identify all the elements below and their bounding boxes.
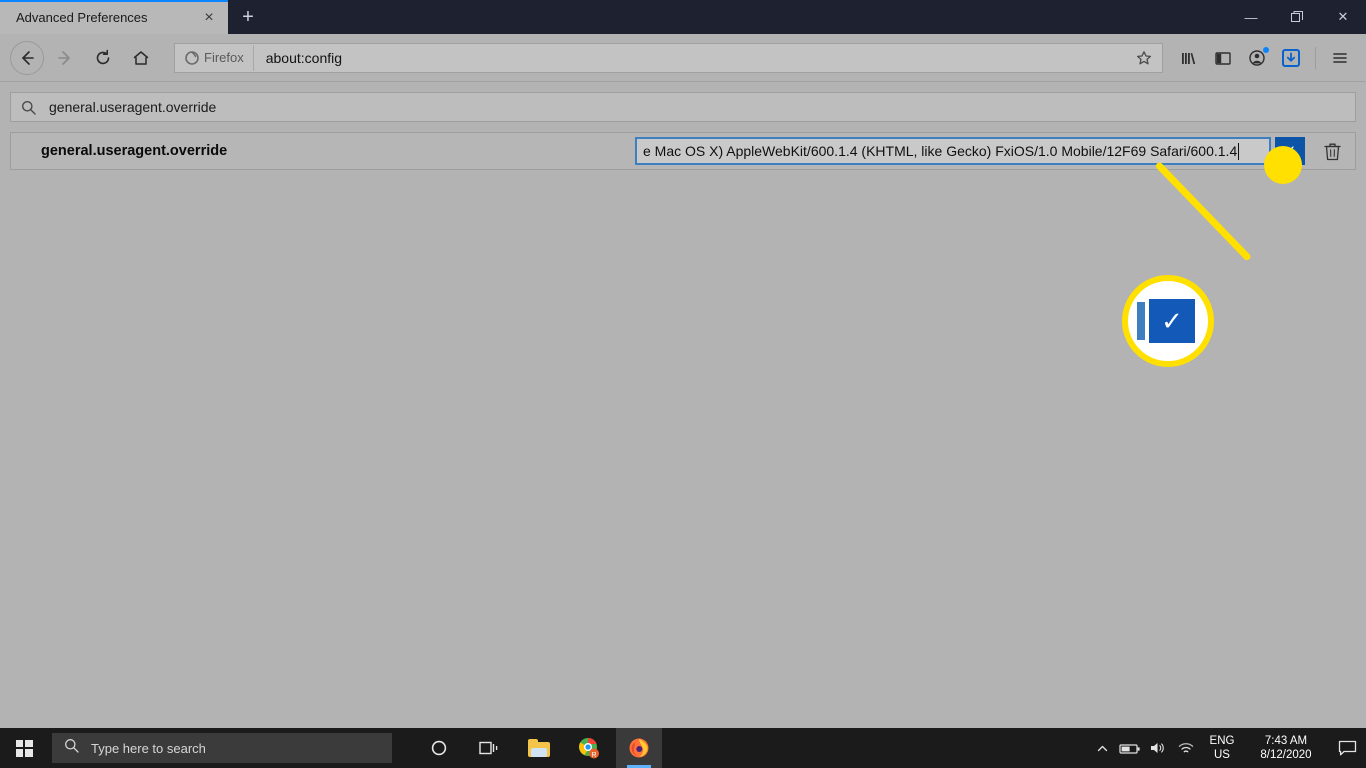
callout-magnified-content: ✓ <box>1135 298 1201 344</box>
task-view-icon[interactable] <box>466 728 512 768</box>
restore-icon <box>1291 11 1303 22</box>
clock-date: 8/12/2020 <box>1260 749 1312 761</box>
windows-start-icon <box>15 739 33 757</box>
maximize-restore-button[interactable] <box>1274 0 1320 34</box>
taskbar-search-placeholder: Type here to search <box>91 740 206 756</box>
minimize-button[interactable]: — <box>1228 0 1274 34</box>
cortana-icon[interactable] <box>416 728 462 768</box>
bookmark-star-icon[interactable] <box>1130 45 1158 71</box>
delete-preference-button[interactable] <box>1315 137 1349 165</box>
preference-value-text: e Mac OS X) AppleWebKit/600.1.4 (KHTML, … <box>643 143 1238 159</box>
forward-arrow-icon <box>58 50 70 65</box>
preference-value-input[interactable]: e Mac OS X) AppleWebKit/600.1.4 (KHTML, … <box>635 137 1271 165</box>
url-text[interactable]: about:config <box>254 50 1130 66</box>
close-tab-icon[interactable]: × <box>198 7 220 29</box>
search-input[interactable]: general.useragent.override <box>41 99 1345 115</box>
sidebar-icon[interactable] <box>1207 42 1239 74</box>
file-explorer-icon[interactable] <box>516 728 562 768</box>
callout-magnifier: ✓ <box>1122 275 1214 367</box>
back-arrow-icon <box>22 50 34 65</box>
trash-icon <box>1323 143 1341 160</box>
callout-anchor-dot <box>1264 146 1302 184</box>
library-icon[interactable] <box>1173 42 1205 74</box>
save-to-pocket-icon[interactable] <box>1275 42 1307 74</box>
language-line-1: ENG <box>1209 735 1235 747</box>
address-bar[interactable]: Firefox about:config <box>174 42 1163 73</box>
language-indicator[interactable]: ENG US <box>1200 728 1244 768</box>
preference-search-bar[interactable]: general.useragent.override <box>10 92 1356 122</box>
taskbar-pinned-apps: R <box>416 728 662 768</box>
reload-icon <box>96 49 110 64</box>
forward-button[interactable] <box>48 41 82 75</box>
action-center-icon[interactable] <box>1328 728 1366 768</box>
screen: Advanced Preferences × + — ✕ Firefox abo… <box>0 0 1366 768</box>
back-button[interactable] <box>10 40 44 75</box>
toolbar-icons <box>1173 42 1356 74</box>
about-config-page: general.useragent.override general.usera… <box>0 82 1366 728</box>
identity-label: Firefox <box>204 50 244 65</box>
browser-tab-advanced-preferences[interactable]: Advanced Preferences × <box>0 0 228 34</box>
battery-icon[interactable] <box>1116 728 1144 768</box>
taskbar-search-icon <box>64 738 79 758</box>
windows-taskbar: Type here to search R ENG US 7:43 AM 8/1… <box>0 728 1366 768</box>
clock-time: 7:43 AM <box>1264 735 1308 747</box>
search-icon <box>21 100 41 115</box>
firefox-logo-icon <box>185 50 199 65</box>
clock[interactable]: 7:43 AM 8/12/2020 <box>1244 728 1328 768</box>
navigation-toolbar: Firefox about:config <box>0 34 1366 82</box>
tab-strip: Advanced Preferences × + — ✕ <box>0 0 1366 34</box>
show-hidden-icons-icon[interactable] <box>1088 728 1116 768</box>
firefox-icon[interactable] <box>616 728 662 768</box>
account-icon[interactable] <box>1241 42 1273 74</box>
close-window-button[interactable]: ✕ <box>1320 0 1366 34</box>
tab-label: Advanced Preferences <box>16 10 148 25</box>
language-line-2: US <box>1214 749 1230 761</box>
home-button[interactable] <box>124 41 158 75</box>
start-button[interactable] <box>0 728 48 768</box>
account-notification-dot <box>1263 46 1269 53</box>
window-controls: — ✕ <box>1228 0 1366 34</box>
callout-save-button-icon: ✓ <box>1149 299 1195 343</box>
text-caret <box>1238 142 1240 160</box>
system-tray: ENG US 7:43 AM 8/12/2020 <box>1088 728 1366 768</box>
wifi-icon[interactable] <box>1172 728 1200 768</box>
taskbar-search-box[interactable]: Type here to search <box>52 733 392 763</box>
new-tab-button[interactable]: + <box>228 0 268 34</box>
preference-row: general.useragent.override e Mac OS X) A… <box>10 132 1356 170</box>
svg-text:R: R <box>591 752 596 759</box>
preference-name: general.useragent.override <box>41 143 228 159</box>
toolbar-separator <box>1315 46 1316 69</box>
callout-input-edge <box>1137 302 1145 340</box>
site-identity-chip[interactable]: Firefox <box>179 44 254 71</box>
hamburger-menu-icon[interactable] <box>1324 42 1356 74</box>
reload-button[interactable] <box>86 41 120 75</box>
chrome-icon[interactable]: R <box>566 728 612 768</box>
volume-icon[interactable] <box>1144 728 1172 768</box>
home-icon <box>133 50 149 65</box>
